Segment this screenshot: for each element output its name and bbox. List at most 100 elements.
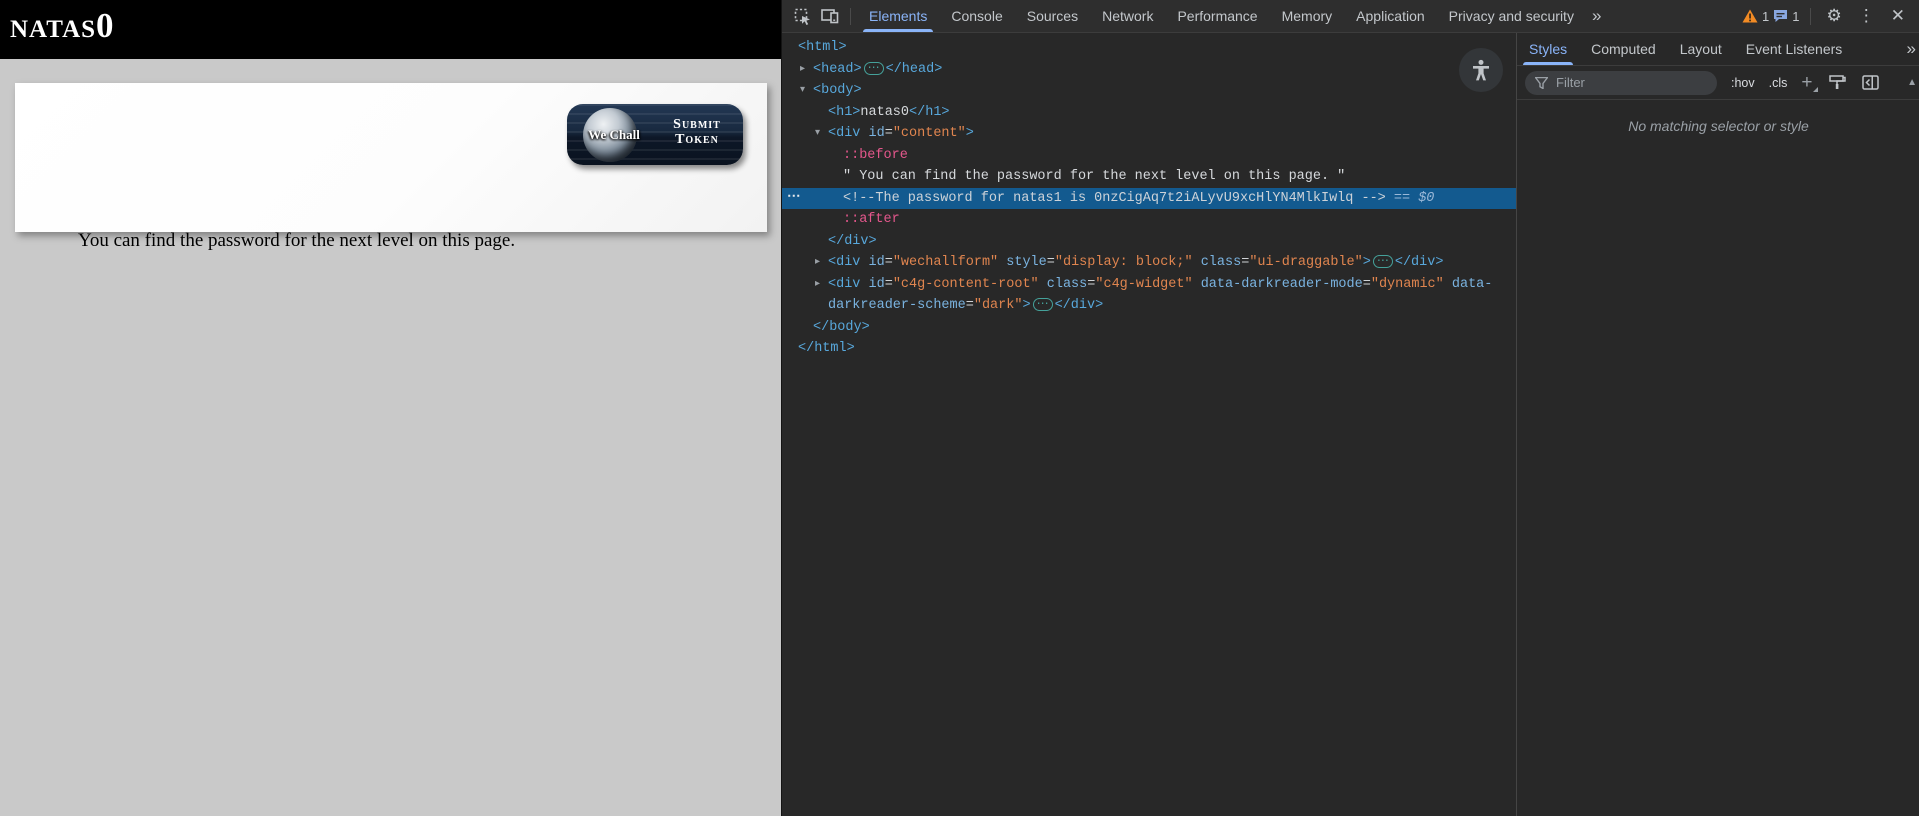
code-token-tag: > (1362, 255, 1371, 270)
tab-elements[interactable]: Elements (857, 0, 939, 32)
code-token-value: "c4g-content-root" (892, 276, 1039, 292)
code-token-punct: = (884, 276, 893, 292)
node-body-open[interactable]: ▾ <body> (782, 80, 1516, 102)
submit-token-line1: Submit (673, 117, 721, 132)
tab-application[interactable]: Application (1344, 0, 1437, 32)
submit-token-line2: Token (675, 132, 719, 147)
rendering-emulation-icon[interactable] (1828, 75, 1846, 90)
node-div-wechallform[interactable]: ▸ <div id="wechallform" style="display: b… (782, 252, 1516, 274)
code-token-attr: data-darkreader-mode (1192, 276, 1363, 292)
code-token-expand[interactable]: ⋯ (1032, 298, 1053, 311)
tab-performance[interactable]: Performance (1165, 0, 1269, 32)
devtools-panel: Elements Console Sources Network Performance… (781, 0, 1919, 816)
settings-gear-icon[interactable]: ⚙ (1821, 6, 1848, 26)
node-text[interactable]: " You can find the password for the next… (782, 166, 1516, 188)
expand-arrow-icon[interactable]: ▸ (815, 274, 820, 296)
node-div-content-close[interactable]: </div> (782, 231, 1516, 253)
node-head[interactable]: ▸ <head> ⋯ </head> (782, 59, 1516, 81)
new-style-rule-button[interactable]: + (1801, 73, 1818, 92)
collapse-arrow-icon[interactable]: ▾ (815, 123, 820, 145)
styles-filter-pill[interactable] (1525, 70, 1717, 95)
code-token-value: "wechallform" (892, 255, 999, 270)
code-token-tag: <div (828, 276, 861, 292)
code-token-punct: = (965, 298, 974, 313)
code-token-value: "dark" (973, 298, 1023, 313)
code-token-expand[interactable]: ⋯ (863, 61, 884, 75)
toggle-sidebar-icon[interactable] (1861, 75, 1879, 90)
tab-network[interactable]: Network (1090, 0, 1165, 32)
screen: natas0 You can find the password for the… (0, 0, 1919, 816)
node-password-comment[interactable]: ⋯ <!--The password for natas1 is 0nzCigAq… (782, 187, 1516, 209)
row-more-actions-icon[interactable]: ⋯ (787, 187, 802, 209)
code-token-attr: id (860, 276, 885, 292)
code-token-tag: <body> (813, 83, 862, 98)
inspect-element-icon[interactable] (788, 3, 816, 29)
styles-empty-message: No matching selector or style (1628, 118, 1809, 134)
code-token-eq: == $0 (1385, 190, 1435, 206)
more-tabs-icon[interactable]: » (1586, 6, 1605, 26)
collapse-arrow-icon[interactable]: ▾ (800, 80, 805, 102)
tab-layout[interactable]: Layout (1668, 33, 1734, 65)
warning-badge[interactable]: 1 (1742, 9, 1769, 24)
devtools-toolbar-left (782, 3, 857, 29)
content-card: You can find the password for the next l… (15, 83, 767, 251)
hover-state-toggle[interactable]: :hov (1731, 76, 1755, 90)
tab-sources[interactable]: Sources (1015, 0, 1090, 32)
tab-event-listeners[interactable]: Event Listeners (1734, 33, 1855, 65)
accessibility-widget-button[interactable] (1459, 48, 1503, 92)
class-toggle[interactable]: .cls (1769, 76, 1788, 90)
tab-privacy-and-security[interactable]: Privacy and security (1437, 0, 1586, 32)
code-token-attr: class (1038, 276, 1088, 292)
code-token-tag: <h1> (828, 104, 861, 120)
expand-arrow-icon[interactable]: ▸ (800, 59, 805, 81)
code-token-text: " You can find the password for the next… (843, 169, 1346, 184)
code-token-punct: = (1362, 276, 1371, 292)
styles-tabs: Styles Computed Layout Event Listeners » (1517, 33, 1919, 66)
code-token-tag: </html> (798, 341, 855, 356)
code-token-pseudo: ::after (843, 212, 900, 227)
code-token-punct: = (884, 255, 893, 270)
styles-more-tabs-icon[interactable]: » (1901, 39, 1919, 59)
page-title: natas0 (10, 6, 115, 45)
code-token-attr: data- (1443, 276, 1493, 292)
code-token-tag: > (1022, 298, 1031, 313)
code-token-value: "display: block;" (1054, 255, 1193, 270)
node-div-content-open[interactable]: ▾ <div id="content"> (782, 123, 1516, 145)
code-token-tag: <div (828, 126, 861, 141)
styles-tabs-list: Styles Computed Layout Event Listeners (1517, 33, 1854, 65)
tab-computed[interactable]: Computed (1579, 33, 1668, 65)
devtools-toolbar: Elements Console Sources Network Performance… (782, 0, 1919, 33)
code-token-punct: = (1046, 255, 1055, 270)
code-token-tag: </div> (828, 233, 877, 249)
message-badge[interactable]: 1 (1773, 9, 1800, 24)
devtools-tabs: Elements Console Sources Network Performance… (857, 0, 1586, 32)
node-pseudo-before[interactable]: ::before (782, 145, 1516, 167)
expand-arrow-icon[interactable]: ▸ (815, 252, 820, 274)
code-token-pseudo: ::before (843, 147, 908, 163)
node-html-open[interactable]: <html> (782, 37, 1516, 59)
node-html-close[interactable]: </html> (782, 338, 1516, 360)
styles-filter-input[interactable] (1556, 75, 1686, 90)
kebab-menu-icon[interactable]: ⋮ (1852, 6, 1881, 26)
code-token-tag: <div (828, 255, 861, 270)
node-h1[interactable]: <h1>natas0</h1> (782, 102, 1516, 124)
code-token-expand[interactable]: ⋯ (1372, 255, 1393, 268)
tab-memory[interactable]: Memory (1270, 0, 1345, 32)
wechall-submit-token-button[interactable]: We Chall Submit Token (567, 104, 743, 165)
scroll-up-icon[interactable]: ▲ (1907, 77, 1917, 88)
node-div-c4g-wrap[interactable]: darkreader-scheme="dark"> ⋯ </div> (782, 295, 1516, 317)
accessibility-person-icon (1473, 59, 1489, 81)
close-devtools-icon[interactable]: ✕ (1885, 6, 1911, 26)
device-toolbar-icon[interactable] (816, 3, 844, 29)
code-token-value: "ui-draggable" (1249, 255, 1363, 270)
node-pseudo-after[interactable]: ::after (782, 209, 1516, 231)
code-token-tag: > (965, 126, 974, 141)
tab-styles[interactable]: Styles (1517, 33, 1579, 65)
code-token-attr: id (860, 255, 885, 270)
tab-console[interactable]: Console (939, 0, 1014, 32)
toolbar-divider (1809, 7, 1811, 25)
node-div-c4g[interactable]: ▸ <div id="c4g-content-root" class="c4g-w… (782, 274, 1516, 296)
node-body-close[interactable]: </body> (782, 317, 1516, 339)
code-token-value: "dynamic" (1370, 276, 1444, 292)
code-token-value: "content" (892, 126, 966, 141)
